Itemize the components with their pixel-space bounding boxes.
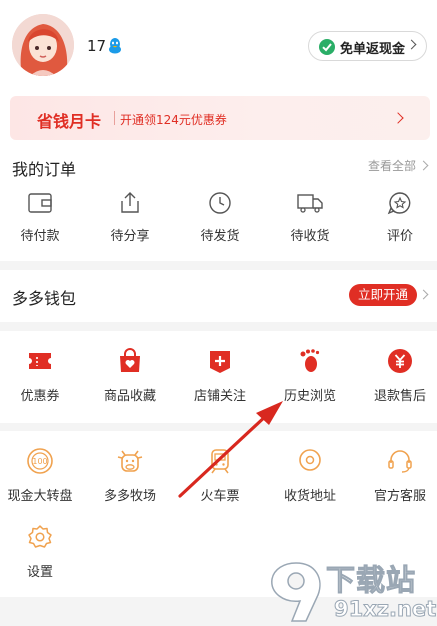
wallet-section[interactable]: 多多钱包 立即开通 [0, 270, 437, 322]
banner-divider [114, 111, 115, 125]
customer-service-item[interactable]: 官方客服 [363, 447, 437, 504]
banner-section: 省钱月卡 开通领124元优惠券 [0, 86, 437, 150]
view-all-label: 查看全部 [367, 159, 416, 173]
ticket-icon [29, 353, 51, 369]
banner-title: 省钱月卡 [37, 112, 102, 131]
wheel-100-icon: 100 [27, 448, 53, 474]
qq-penguin-icon [108, 37, 122, 54]
cashback-button[interactable]: 免单返现金 [308, 31, 427, 61]
savings-card-banner[interactable]: 省钱月卡 开通领124元优惠券 [10, 96, 430, 140]
watermark: 下载站 91xz.net [266, 557, 437, 625]
order-review[interactable]: 评价 [370, 191, 430, 244]
order-label: 评价 [386, 229, 413, 244]
view-all-link[interactable]: 查看全部 [367, 157, 429, 174]
avatar[interactable] [12, 14, 74, 76]
tool-label: 现金大转盘 [7, 489, 73, 504]
tool-label: 多多牧场 [103, 489, 156, 504]
svg-text:100: 100 [32, 457, 47, 466]
star-bubble-icon [387, 192, 411, 215]
wallet-title: 多多钱包 [12, 289, 77, 308]
order-label: 待收货 [290, 229, 330, 244]
headset-icon [388, 450, 412, 473]
share-icon [121, 192, 139, 213]
chevron-right-icon [392, 112, 404, 124]
chevron-right-icon [418, 289, 429, 300]
location-icon [299, 449, 321, 471]
browsing-history-item[interactable]: 历史浏览 [273, 347, 347, 404]
footprint-icon [300, 349, 320, 372]
cash-wheel-item[interactable]: 100 现金大转盘 [3, 447, 77, 504]
wallet-icon [28, 193, 52, 213]
order-label: 待付款 [20, 229, 60, 244]
orders-section: 我的订单 查看全部 待付款 待分享 待发货 待收货 评价 [0, 145, 437, 261]
tool-label: 收货地址 [283, 489, 336, 504]
tools-row-1: 优惠券 商品收藏 店铺关注 历史浏览 退款售后 [0, 331, 437, 423]
watermark-brand: 下载站 [325, 563, 417, 598]
watermark-url: 91xz.net [333, 597, 437, 622]
order-status-row: 待付款 待分享 待发货 待收货 评价 [0, 191, 437, 251]
order-pending-receive[interactable]: 待收货 [280, 191, 340, 244]
chevron-right-icon [406, 39, 417, 50]
wechat-icon [319, 39, 335, 55]
farm-item[interactable]: 多多牧场 [93, 447, 167, 504]
tool-label: 火车票 [200, 489, 240, 504]
address-item[interactable]: 收货地址 [273, 447, 347, 504]
chevron-right-icon [418, 160, 429, 171]
yen-refund-icon [388, 349, 412, 373]
watermark-logo-icon [271, 562, 321, 622]
order-pending-share[interactable]: 待分享 [100, 191, 160, 244]
tool-label: 官方客服 [373, 489, 426, 504]
store-plus-icon [210, 351, 230, 373]
tool-label: 设置 [26, 565, 53, 580]
cow-icon [117, 450, 143, 472]
settings-item[interactable]: 设置 [3, 523, 77, 580]
cashback-label: 免单返现金 [340, 42, 406, 57]
truck-icon [297, 194, 323, 213]
banner-subtitle: 开通领124元优惠券 [120, 113, 227, 127]
open-wallet-button[interactable]: 立即开通 [349, 284, 417, 306]
tool-label: 退款售后 [373, 389, 426, 404]
tool-label: 商品收藏 [103, 389, 156, 404]
profile-header: 17 免单返现金 [0, 0, 437, 86]
order-label: 待发货 [200, 229, 240, 244]
gear-icon [28, 525, 52, 548]
username: 17 [87, 37, 107, 55]
coupons-item[interactable]: 优惠券 [3, 347, 77, 404]
order-pending-payment[interactable]: 待付款 [10, 191, 70, 244]
girl-avatar-icon [12, 14, 74, 76]
heart-bag-icon [120, 348, 140, 372]
order-pending-ship[interactable]: 待发货 [190, 191, 250, 244]
orders-title: 我的订单 [12, 160, 77, 179]
tool-label: 店铺关注 [193, 389, 246, 404]
train-icon [211, 449, 229, 474]
order-label: 待分享 [110, 229, 150, 244]
clock-icon [209, 192, 231, 214]
followed-stores-item[interactable]: 店铺关注 [183, 347, 257, 404]
train-ticket-item[interactable]: 火车票 [183, 447, 257, 504]
tool-label: 优惠券 [20, 389, 60, 404]
tool-label: 历史浏览 [283, 389, 336, 404]
favorites-item[interactable]: 商品收藏 [93, 347, 167, 404]
refund-item[interactable]: 退款售后 [363, 347, 437, 404]
